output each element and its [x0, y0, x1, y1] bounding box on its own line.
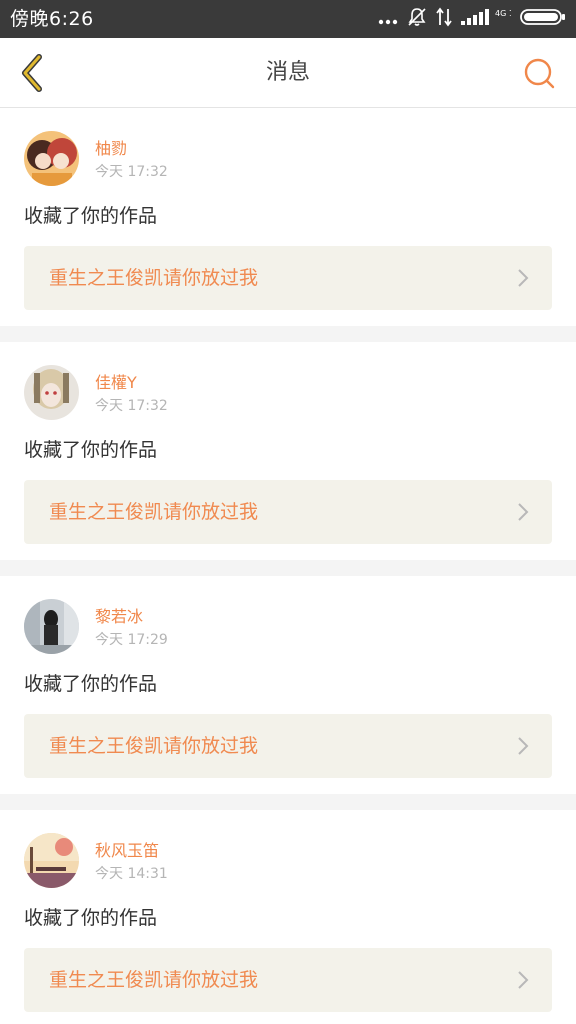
message-card: 柚勠 今天 17:32 收藏了你的作品 重生之王俊凯请你放过我	[0, 108, 576, 326]
more-dots-icon	[378, 10, 398, 29]
timestamp: 今天 17:29	[95, 632, 168, 648]
messages-screen: 傍晚6:26 4G 消息 柚勠 今天 17:32 收藏了你的作品 重生之王俊凯请…	[0, 0, 576, 1024]
username[interactable]: 柚勠	[95, 139, 127, 159]
search-button[interactable]	[520, 54, 558, 92]
work-link[interactable]: 重生之王俊凯请你放过我	[24, 948, 552, 1012]
avatar[interactable]	[24, 599, 79, 654]
mute-bell-icon	[407, 7, 427, 31]
status-time: 傍晚6:26	[10, 8, 94, 30]
battery-icon	[520, 7, 566, 31]
work-title: 重生之王俊凯请你放过我	[49, 267, 259, 289]
avatar[interactable]	[24, 131, 79, 186]
action-text: 收藏了你的作品	[24, 907, 158, 929]
nav-bar: 消息	[0, 38, 576, 108]
username[interactable]: 佳權Y	[95, 373, 137, 393]
action-text: 收藏了你的作品	[24, 439, 158, 461]
work-link[interactable]: 重生之王俊凯请你放过我	[24, 714, 552, 778]
work-title: 重生之王俊凯请你放过我	[49, 969, 259, 991]
chevron-right-icon	[518, 971, 529, 989]
message-card: 秋风玉笛 今天 14:31 收藏了你的作品 重生之王俊凯请你放过我	[0, 810, 576, 1024]
action-text: 收藏了你的作品	[24, 205, 158, 227]
avatar[interactable]	[24, 833, 79, 888]
chevron-right-icon	[518, 503, 529, 521]
timestamp: 今天 17:32	[95, 164, 168, 180]
message-list: 柚勠 今天 17:32 收藏了你的作品 重生之王俊凯请你放过我 佳權Y 今天 1…	[0, 108, 576, 1024]
chevron-right-icon	[518, 737, 529, 755]
work-title: 重生之王俊凯请你放过我	[49, 501, 259, 523]
message-card: 黎若冰 今天 17:29 收藏了你的作品 重生之王俊凯请你放过我	[0, 576, 576, 794]
search-icon	[524, 58, 555, 89]
page-title: 消息	[265, 60, 310, 85]
work-link[interactable]: 重生之王俊凯请你放过我	[24, 246, 552, 310]
back-button[interactable]	[12, 52, 52, 94]
message-card: 佳權Y 今天 17:32 收藏了你的作品 重生之王俊凯请你放过我	[0, 342, 576, 560]
username[interactable]: 黎若冰	[95, 607, 143, 627]
signal-icon: 4G 1X	[461, 7, 520, 31]
status-icons: 4G 1X	[378, 6, 566, 32]
chevron-right-icon	[518, 269, 529, 287]
data-arrows-icon	[436, 7, 452, 31]
timestamp: 今天 14:31	[95, 866, 168, 882]
chevron-left-icon	[22, 54, 42, 92]
network-label: 4G 1X	[495, 9, 511, 18]
action-text: 收藏了你的作品	[24, 673, 158, 695]
work-title: 重生之王俊凯请你放过我	[49, 735, 259, 757]
timestamp: 今天 17:32	[95, 398, 168, 414]
status-bar: 傍晚6:26 4G	[0, 0, 576, 38]
avatar[interactable]	[24, 365, 79, 420]
username[interactable]: 秋风玉笛	[95, 841, 159, 861]
work-link[interactable]: 重生之王俊凯请你放过我	[24, 480, 552, 544]
